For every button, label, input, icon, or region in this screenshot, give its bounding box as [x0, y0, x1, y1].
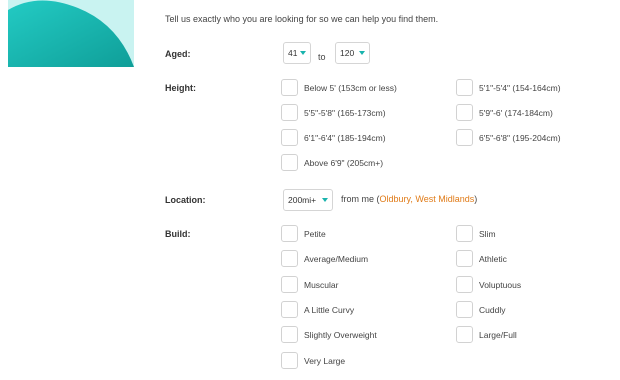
build-option-label: Slim — [479, 229, 496, 239]
build-option-label: Voluptuous — [479, 280, 522, 290]
build-option-label: Large/Full — [479, 330, 517, 340]
location-label: Location: — [165, 195, 206, 205]
build-checkbox[interactable] — [456, 225, 473, 242]
distance-value: 200mi+ — [288, 195, 317, 205]
build-checkbox[interactable] — [281, 250, 298, 267]
build-checkbox[interactable] — [281, 276, 298, 293]
build-option-label: Cuddly — [479, 305, 506, 315]
age-from-value: 41 — [288, 48, 298, 58]
chevron-down-icon — [359, 51, 365, 55]
height-option-label: 6'5"-6'8" (195-204cm) — [479, 133, 561, 143]
height-option-label: 5'5"-5'8" (165-173cm) — [304, 108, 386, 118]
location-description: from me (Oldbury, West Midlands) — [341, 194, 477, 204]
build-option-label: Petite — [304, 229, 326, 239]
build-label: Build: — [165, 229, 191, 239]
close-paren: ) — [474, 194, 478, 204]
build-checkbox[interactable] — [456, 276, 473, 293]
height-option-label: Above 6'9" (205cm+) — [304, 158, 384, 168]
age-from-select[interactable]: 41 — [283, 42, 311, 64]
build-checkbox[interactable] — [281, 225, 298, 242]
height-checkbox[interactable] — [456, 104, 473, 121]
intro-text: Tell us exactly who you are looking for … — [165, 14, 439, 24]
height-option-label: 6'1"-6'4" (185-194cm) — [304, 133, 386, 143]
distance-select[interactable]: 200mi+ — [283, 189, 333, 211]
build-checkbox[interactable] — [456, 326, 473, 343]
from-me-text: from me ( — [341, 194, 380, 204]
height-checkbox[interactable] — [456, 79, 473, 96]
build-checkbox[interactable] — [281, 301, 298, 318]
build-option-label: Athletic — [479, 254, 507, 264]
chevron-down-icon — [300, 51, 306, 55]
hero-image — [8, 0, 134, 67]
build-option-label: Muscular — [304, 280, 339, 290]
age-to-label: to — [318, 52, 326, 62]
chevron-down-icon — [322, 198, 328, 202]
build-option-label: Average/Medium — [304, 254, 369, 264]
location-place-link[interactable]: Oldbury, West Midlands — [380, 194, 475, 204]
height-checkbox[interactable] — [281, 154, 298, 171]
height-option-label: 5'9"-6' (174-184cm) — [479, 108, 553, 118]
build-option-label: Very Large — [304, 356, 346, 366]
height-option-label: 5'1"-5'4" (154-164cm) — [479, 83, 561, 93]
hero-blob-shape — [8, 0, 134, 67]
age-to-select[interactable]: 120 — [335, 42, 370, 64]
aged-label: Aged: — [165, 49, 191, 59]
height-checkbox[interactable] — [281, 104, 298, 121]
height-option-label: Below 5' (153cm or less) — [304, 83, 397, 93]
age-to-value: 120 — [340, 48, 355, 58]
build-checkbox[interactable] — [281, 326, 298, 343]
height-checkbox[interactable] — [281, 129, 298, 146]
build-option-label: Slightly Overweight — [304, 330, 377, 340]
build-option-label: A Little Curvy — [304, 305, 355, 315]
build-checkbox[interactable] — [281, 352, 298, 369]
build-checkbox[interactable] — [456, 301, 473, 318]
height-label: Height: — [165, 83, 196, 93]
height-checkbox[interactable] — [281, 79, 298, 96]
height-checkbox[interactable] — [456, 129, 473, 146]
build-checkbox[interactable] — [456, 250, 473, 267]
